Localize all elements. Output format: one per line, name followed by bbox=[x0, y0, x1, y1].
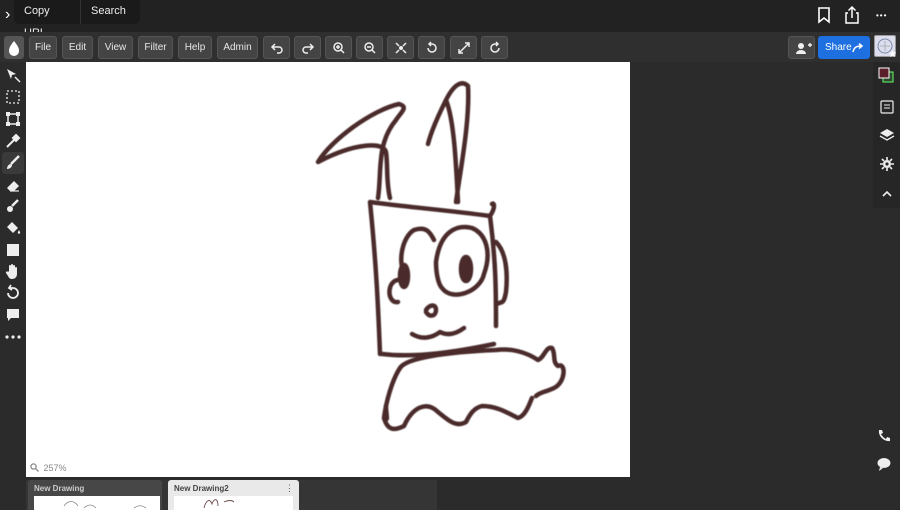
app-logo-icon[interactable] bbox=[4, 36, 24, 59]
zoom-out-button[interactable] bbox=[356, 36, 383, 59]
tab-new-drawing[interactable]: New Drawing bbox=[28, 480, 162, 510]
zoom-out-icon bbox=[364, 42, 376, 54]
transform-icon[interactable] bbox=[4, 110, 22, 128]
zoom-level-text: 257% bbox=[43, 463, 67, 473]
eyedropper-icon[interactable] bbox=[4, 132, 22, 150]
rotate-left-icon bbox=[427, 41, 437, 53]
move-tool-icon[interactable] bbox=[4, 66, 22, 84]
more-options-icon[interactable]: ••• bbox=[876, 5, 898, 27]
hand-icon[interactable] bbox=[4, 262, 22, 280]
bookmark-icon[interactable] bbox=[813, 4, 835, 26]
search-button[interactable]: Search bbox=[80, 0, 140, 24]
eraser-icon[interactable] bbox=[4, 176, 22, 194]
drawing-tabs-bar: New Drawing New Drawing2 ⋮ bbox=[26, 480, 437, 510]
menu-help[interactable]: Help bbox=[178, 36, 212, 59]
tab-thumbnail bbox=[34, 496, 160, 510]
share-sheet-icon[interactable] bbox=[841, 4, 863, 26]
share-button[interactable]: Share bbox=[818, 36, 870, 59]
comment-icon[interactable] bbox=[4, 306, 22, 324]
zoom-in-button[interactable] bbox=[325, 36, 352, 59]
fit-zoom-button[interactable] bbox=[387, 36, 414, 59]
tab-title: New Drawing2 bbox=[174, 484, 229, 493]
color-swatch-icon[interactable] bbox=[878, 67, 894, 83]
settings-icon[interactable] bbox=[879, 156, 895, 172]
more-tools-icon[interactable] bbox=[4, 328, 22, 346]
chat-icon[interactable] bbox=[876, 456, 892, 472]
rotate-left-button[interactable] bbox=[418, 36, 445, 59]
drawing-canvas[interactable]: 257% bbox=[26, 62, 630, 477]
shape-icon[interactable] bbox=[4, 241, 22, 259]
rotate-icon[interactable] bbox=[4, 284, 22, 302]
share-arrow-icon bbox=[852, 43, 864, 53]
zoom-in-icon bbox=[333, 42, 345, 54]
brush-tool-active[interactable] bbox=[2, 152, 24, 174]
share-label: Share bbox=[825, 42, 852, 53]
fullscreen-icon bbox=[458, 42, 470, 54]
bunny-sketch-drawing bbox=[315, 81, 566, 432]
tab-thumbnail bbox=[174, 496, 293, 510]
tab-menu-icon[interactable]: ⋮ bbox=[285, 483, 294, 494]
menu-filter[interactable]: Filter bbox=[138, 36, 173, 59]
rotate-right-icon bbox=[490, 41, 500, 53]
layers-icon[interactable] bbox=[879, 127, 895, 143]
add-user-icon bbox=[796, 43, 812, 54]
zoom-magnifier-icon bbox=[30, 463, 39, 472]
right-panel bbox=[873, 62, 900, 208]
select-rect-icon[interactable] bbox=[4, 88, 22, 106]
undo-icon bbox=[270, 43, 283, 54]
left-toolbar bbox=[0, 62, 26, 510]
tab-new-drawing2[interactable]: New Drawing2 ⋮ bbox=[168, 480, 299, 510]
add-user-button[interactable] bbox=[788, 36, 815, 59]
menu-view[interactable]: View bbox=[98, 36, 133, 59]
zoom-indicator: 257% bbox=[30, 463, 67, 473]
redo-icon bbox=[302, 43, 315, 54]
collapse-icon[interactable] bbox=[879, 186, 895, 202]
menu-file[interactable]: File bbox=[29, 36, 57, 59]
fill-bucket-icon[interactable] bbox=[4, 219, 22, 237]
zoom-fit-icon bbox=[395, 42, 407, 54]
brush-icon bbox=[7, 155, 20, 169]
undo-button[interactable] bbox=[263, 36, 290, 59]
phone-icon[interactable] bbox=[876, 428, 892, 444]
tab-title: New Drawing bbox=[34, 484, 85, 493]
star-icon: ★ bbox=[888, 49, 897, 60]
fullscreen-button[interactable] bbox=[450, 36, 477, 59]
smudge-icon[interactable] bbox=[4, 197, 22, 215]
redo-button[interactable] bbox=[294, 36, 321, 59]
menu-admin[interactable]: Admin bbox=[217, 36, 258, 59]
menu-bar: File Edit View Filter Help Admin Share ★ bbox=[0, 32, 900, 62]
browser-panel-icon[interactable] bbox=[879, 99, 895, 115]
copy-url-button[interactable]: Copy URL bbox=[14, 0, 80, 39]
menu-edit[interactable]: Edit bbox=[62, 36, 93, 59]
browser-top-bar: › Copy URL Search ••• bbox=[0, 0, 900, 39]
rotate-right-button[interactable] bbox=[481, 36, 508, 59]
